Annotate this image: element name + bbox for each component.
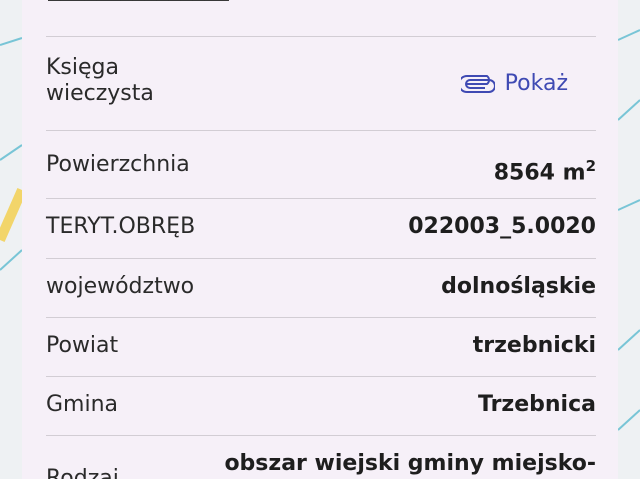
land-register-label: Księga wieczysta — [46, 55, 154, 106]
area-unit-sup: 2 — [585, 157, 596, 175]
parcel-details-sheet: ─────────────── Księga wieczysta Pokaż P… — [22, 0, 618, 479]
show-land-register-link[interactable]: Pokaż — [460, 71, 568, 96]
row-county: Powiat trzebnicki — [46, 317, 596, 377]
row-type: Rodzaj obszar wiejski gminy miejsko- — [46, 435, 596, 479]
row-land-register: Księga wieczysta Pokaż — [46, 36, 596, 131]
row-teryt: TERYT.OBRĘB 022003_5.0020 — [46, 198, 596, 259]
county-value: trzebnicki — [472, 333, 596, 358]
paperclip-icon — [460, 74, 495, 93]
row-area: Powierzchnia 8564 m2 — [46, 130, 596, 199]
voivodeship-label: województwo — [46, 274, 195, 299]
area-label: Powierzchnia — [46, 152, 190, 177]
row-voivodeship: województwo dolnośląskie — [46, 258, 596, 318]
teryt-value: 022003_5.0020 — [408, 214, 596, 239]
area-value: 8564 m2 — [494, 153, 596, 186]
county-label: Powiat — [46, 333, 119, 358]
cut-off-title: ─────────────── — [48, 0, 608, 6]
type-value: obszar wiejski gminy miejsko- — [224, 451, 596, 476]
voivodeship-value: dolnośląskie — [441, 274, 596, 299]
area-number: 8564 m — [493, 160, 586, 186]
show-link-label: Pokaż — [504, 71, 568, 96]
commune-value: Trzebnica — [477, 392, 596, 417]
commune-label: Gmina — [46, 392, 119, 417]
type-label: Rodzaj — [46, 466, 119, 479]
teryt-label: TERYT.OBRĘB — [46, 214, 196, 239]
row-commune: Gmina Trzebnica — [46, 376, 596, 436]
